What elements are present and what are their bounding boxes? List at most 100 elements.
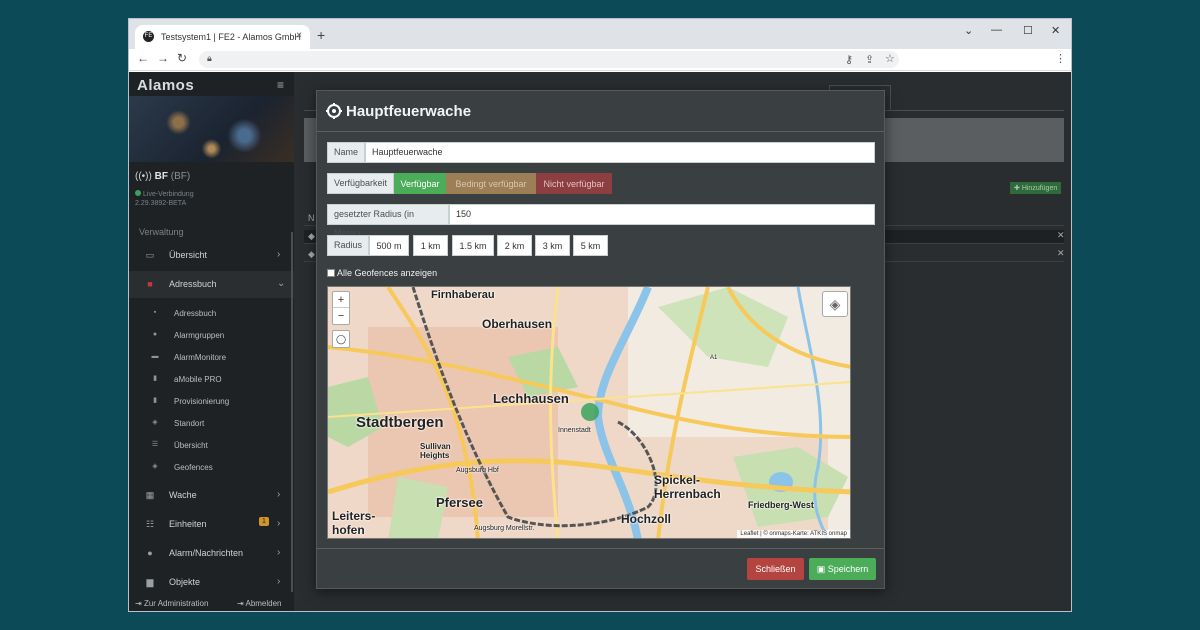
map-label: Innenstadt (558, 427, 591, 434)
radius-label: gesetzter Radius (in Meter) (327, 204, 449, 238)
hamburger-icon[interactable]: ≡ (277, 78, 284, 92)
favicon-icon: FE (143, 31, 154, 42)
window-close-icon[interactable]: ✕ (1051, 24, 1060, 37)
lock-icon: 🔒︎ (207, 53, 212, 63)
logout-link[interactable]: ⇥ Abmelden (237, 599, 282, 608)
sidebar-subitem-alarmgruppen[interactable]: ● Alarmgruppen (129, 326, 294, 346)
modal-title: Hauptfeuerwache (346, 103, 472, 120)
zoom-in-button[interactable]: + (333, 292, 349, 308)
radius-presets-label: Radius (327, 235, 369, 256)
sidebar-subitem-alarmmonitore[interactable]: ▬ AlarmMonitore (129, 348, 294, 368)
availability-group: Verfügbarkeit Verfügbar Bedingt verfügba… (327, 173, 617, 194)
share-icon[interactable]: ⇪ (865, 53, 874, 66)
back-icon[interactable]: ← (137, 51, 149, 65)
sidebar-item-objekte[interactable]: ▆ Objekte › (129, 569, 294, 596)
map-attribution[interactable]: Leaflet | © onmaps-Karte: ATKIS onmap (737, 530, 850, 538)
footer-divider (317, 548, 884, 549)
delete-icon[interactable]: ✕ (1057, 248, 1065, 259)
map-label: Augsburg Morellstr. (474, 525, 535, 532)
new-tab-button[interactable]: + (317, 27, 325, 43)
group-icon: ● (152, 331, 158, 338)
availability-option-bedingt[interactable]: Bedingt verfügbar (446, 173, 536, 194)
map-view[interactable]: + − ◯ ◈ Firnhaberau Oberhausen Lechhause… (327, 286, 851, 539)
reload-icon[interactable]: ↻ (177, 51, 187, 65)
sidebar: Alamos ≡ ((•)) BF (BF) Live-Verbindung 2… (129, 72, 294, 611)
building-icon: ▦ (145, 490, 155, 500)
close-button[interactable]: Schließen (747, 558, 804, 580)
modal-header: Hauptfeuerwache (317, 91, 884, 132)
row-icon: ◆ (308, 249, 315, 259)
browser-toolbar: ← → ↻ 🔒︎ ⚷ ⇪ ☆ ⋮ (129, 49, 1071, 71)
maximize-icon[interactable]: ☐ (1023, 24, 1033, 37)
monitor-icon: ▬ (151, 353, 159, 360)
sidebar-subitem-adressbuch[interactable]: ▪ Adressbuch (129, 304, 294, 324)
map-label: Firnhaberau (431, 289, 495, 301)
map-label: Pfersee (436, 495, 483, 510)
sidebar-subitem-geofences[interactable]: ◈ Geofences (129, 458, 294, 478)
locate-icon[interactable]: ◯ (332, 330, 350, 348)
add-button[interactable]: ✚ Hinzufügen (1010, 182, 1062, 194)
layers-icon[interactable]: ◈ (822, 291, 848, 317)
chevron-right-icon: › (277, 489, 281, 500)
sidebar-item-uebersicht[interactable]: ▭ Übersicht › (129, 242, 294, 269)
show-all-geofences-row[interactable]: Alle Geofences anzeigen (327, 268, 437, 278)
crosshair-icon: ◈ (152, 463, 158, 470)
chevron-right-icon: › (277, 547, 281, 558)
map-label: Leiters-hofen (332, 509, 376, 537)
brand-logo: Alamos (137, 77, 195, 94)
broadcast-icon: ((•)) (135, 171, 152, 182)
show-all-geofences-checkbox[interactable] (327, 269, 335, 277)
chevron-right-icon: › (277, 518, 281, 529)
map-label: Friedberg-West (748, 500, 814, 510)
map-label: Hochzoll (621, 512, 671, 526)
map-label: Spickel-Herrenbach (654, 473, 721, 501)
star-icon[interactable]: ☆ (885, 52, 895, 65)
radius-preset-1km[interactable]: 1 km (413, 235, 448, 256)
name-input[interactable]: Hauptfeuerwache (365, 142, 875, 163)
radius-preset-3km[interactable]: 3 km (535, 235, 570, 256)
radius-preset-500m[interactable]: 500 m (369, 235, 409, 256)
map-label: Oberhausen (482, 317, 553, 331)
admin-link[interactable]: ⇥ Zur Administration (135, 599, 208, 608)
forward-icon[interactable]: → (157, 51, 169, 65)
save-button[interactable]: ▣ Speichern (809, 558, 876, 580)
geofence-modal: Hauptfeuerwache Name Hauptfeuerwache Ver… (316, 90, 885, 589)
radius-preset-5km[interactable]: 5 km (573, 235, 608, 256)
sidebar-subitem-standort[interactable]: ◈ Standort (129, 414, 294, 434)
key-icon[interactable]: ⚷ (845, 53, 853, 66)
list-icon: ☰ (151, 441, 159, 448)
sidebar-banner-image (129, 96, 294, 162)
map-label: Stadtbergen (356, 414, 444, 431)
radius-input[interactable]: 150 (449, 204, 875, 225)
availability-option-nicht[interactable]: Nicht verfügbar (536, 173, 612, 194)
minimize-icon[interactable]: — (991, 24, 1002, 36)
count-badge: 1 (259, 517, 269, 526)
zoom-out-button[interactable]: − (333, 308, 349, 324)
chevron-right-icon: › (277, 249, 281, 260)
sidebar-subitem-amobile[interactable]: ▮ aMobile PRO (129, 370, 294, 390)
address-bar[interactable]: 🔒︎ ⚷ ⇪ ☆ (199, 51, 899, 68)
sidebar-item-einheiten[interactable]: ☷ Einheiten 1 › (129, 511, 294, 538)
row-icon: ◆ (308, 231, 315, 241)
bell-icon: ● (147, 548, 153, 558)
tab-close-icon[interactable]: × (296, 30, 302, 41)
objects-icon: ▆ (146, 577, 154, 587)
map-zoom-control[interactable]: + − (332, 291, 350, 325)
delete-icon[interactable]: ✕ (1057, 230, 1065, 241)
chevron-down-icon: ⌄ (277, 278, 286, 289)
menu-dots-icon[interactable]: ⋮ (1055, 52, 1066, 65)
radius-preset-1-5km[interactable]: 1.5 km (452, 235, 494, 256)
monitor-icon: ▭ (145, 250, 155, 260)
sidebar-subitem-provisionierung[interactable]: ▮ Provisionierung (129, 392, 294, 412)
map-label: A1 (710, 355, 718, 361)
sidebar-item-alarm[interactable]: ● Alarm/Nachrichten › (129, 540, 294, 567)
browser-tab[interactable]: FE Testsystem1 | FE2 - Alamos GmbH × (135, 25, 310, 49)
sidebar-item-wache[interactable]: ▦ Wache › (129, 482, 294, 509)
sidebar-subitem-uebersicht[interactable]: ☰ Übersicht (129, 436, 294, 456)
chevron-down-icon[interactable]: ⌄ (964, 24, 973, 37)
radius-preset-2km[interactable]: 2 km (497, 235, 532, 256)
availability-option-verfuegbar[interactable]: Verfügbar (394, 173, 446, 194)
sidebar-item-adressbuch[interactable]: ■ Adressbuch ⌄ (129, 271, 294, 298)
sidebar-scrollbar[interactable] (291, 232, 293, 592)
save-icon: ▣ (816, 564, 828, 574)
